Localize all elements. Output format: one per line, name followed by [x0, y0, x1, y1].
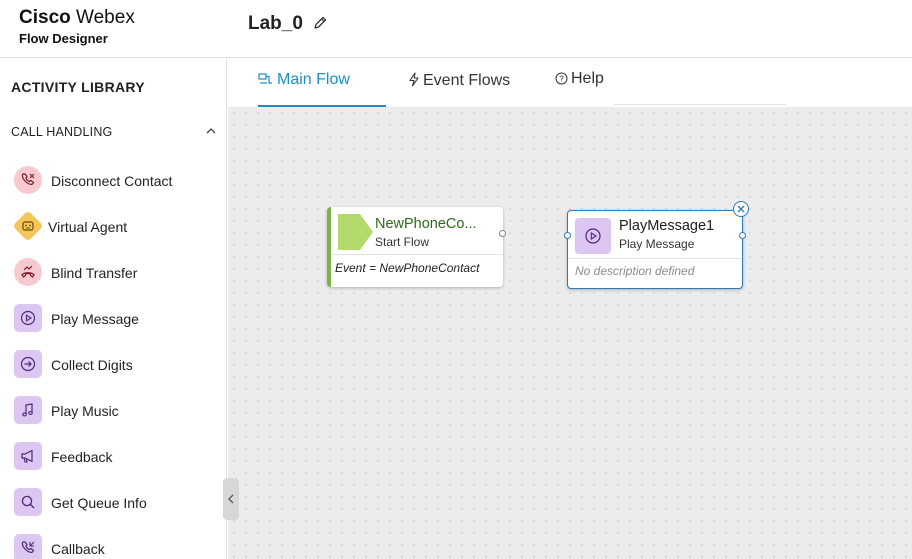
- brand-product: Webex: [70, 7, 135, 28]
- brand-name: Cisco: [19, 7, 71, 28]
- play-node-description: No description defined: [575, 264, 695, 278]
- activity-label: Collect Digits: [51, 357, 133, 373]
- tab-main-flow[interactable]: Main Flow: [258, 70, 386, 107]
- music-note-icon: [14, 396, 42, 424]
- activity-library-panel: ACTIVITY LIBRARY CALL HANDLING Disconnec…: [0, 58, 227, 559]
- close-icon: [737, 205, 745, 213]
- tab-divider: [614, 104, 786, 105]
- activity-virtual-agent[interactable]: Virtual Agent: [12, 208, 219, 242]
- output-port[interactable]: [739, 232, 746, 239]
- top-bar: Cisco Webex Flow Designer Lab_0: [0, 0, 912, 58]
- megaphone-icon: [14, 442, 42, 470]
- play-icon: [14, 304, 42, 332]
- activity-play-music[interactable]: Play Music: [14, 392, 219, 426]
- tab-label: Main Flow: [277, 71, 350, 88]
- tab-help[interactable]: ? Help: [555, 70, 604, 107]
- brand-logo: Cisco Webex Flow Designer: [19, 7, 135, 46]
- delete-node-button[interactable]: [733, 201, 749, 217]
- activity-get-queue-info[interactable]: Get Queue Info: [14, 484, 219, 518]
- start-node-event: Event = NewPhoneContact: [335, 261, 480, 275]
- chevron-up-icon: [206, 128, 216, 134]
- brand-subtitle: Flow Designer: [19, 31, 108, 46]
- tab-event-flows[interactable]: Event Flows: [408, 70, 510, 107]
- help-icon: ?: [555, 72, 568, 85]
- start-node-title: NewPhoneCo...: [375, 216, 477, 232]
- robot-icon: [12, 210, 44, 242]
- activity-label: Play Music: [51, 403, 119, 419]
- activity-label: Disconnect Contact: [51, 173, 173, 189]
- activity-callback[interactable]: Callback: [14, 530, 219, 559]
- start-flow-node[interactable]: NewPhoneCo... Start Flow Event = NewPhon…: [327, 207, 503, 287]
- svg-text:?: ?: [559, 73, 564, 83]
- arrow-circle-icon: [14, 350, 42, 378]
- tab-label: Event Flows: [423, 72, 511, 89]
- activity-label: Feedback: [51, 449, 113, 465]
- node-divider: [568, 258, 742, 259]
- activity-label: Play Message: [51, 311, 139, 327]
- transfer-phone-icon: [14, 258, 42, 286]
- collapse-sidebar-handle[interactable]: [223, 478, 239, 520]
- section-label: CALL HANDLING: [11, 125, 113, 139]
- activity-label: Callback: [51, 541, 105, 557]
- activity-collect-digits[interactable]: Collect Digits: [14, 346, 219, 380]
- play-node-subtitle: Play Message: [619, 237, 695, 251]
- start-node-subtitle: Start Flow: [375, 235, 430, 249]
- activity-label: Blind Transfer: [51, 265, 138, 281]
- flow-icon: [258, 73, 272, 84]
- callback-phone-icon: [14, 534, 42, 559]
- tab-label: Help: [571, 70, 604, 87]
- flow-canvas[interactable]: [228, 107, 912, 559]
- edit-pencil-icon[interactable]: [312, 15, 328, 31]
- play-node-title: PlayMessage1: [619, 218, 715, 234]
- activity-label: Virtual Agent: [48, 219, 128, 235]
- start-flow-icon: [338, 214, 373, 250]
- lightning-icon: [409, 72, 419, 87]
- disconnect-phone-icon: [14, 166, 42, 194]
- search-icon: [14, 488, 42, 516]
- input-port[interactable]: [564, 232, 571, 239]
- play-message-node[interactable]: PlayMessage1 Play Message No description…: [567, 210, 743, 289]
- play-icon: [575, 218, 611, 254]
- flow-tabs: Main Flow Event Flows ? Help: [228, 58, 912, 107]
- activity-library-title: ACTIVITY LIBRARY: [11, 79, 145, 95]
- activity-label: Get Queue Info: [51, 495, 147, 511]
- flow-title: Lab_0: [248, 13, 303, 34]
- activity-disconnect-contact[interactable]: Disconnect Contact: [14, 162, 219, 196]
- node-divider: [331, 254, 503, 255]
- output-port[interactable]: [499, 230, 506, 237]
- chevron-left-icon: [228, 494, 234, 504]
- activity-play-message[interactable]: Play Message: [14, 300, 219, 334]
- activity-blind-transfer[interactable]: Blind Transfer: [14, 254, 219, 288]
- section-call-handling[interactable]: CALL HANDLING: [11, 125, 217, 139]
- activity-feedback[interactable]: Feedback: [14, 438, 219, 472]
